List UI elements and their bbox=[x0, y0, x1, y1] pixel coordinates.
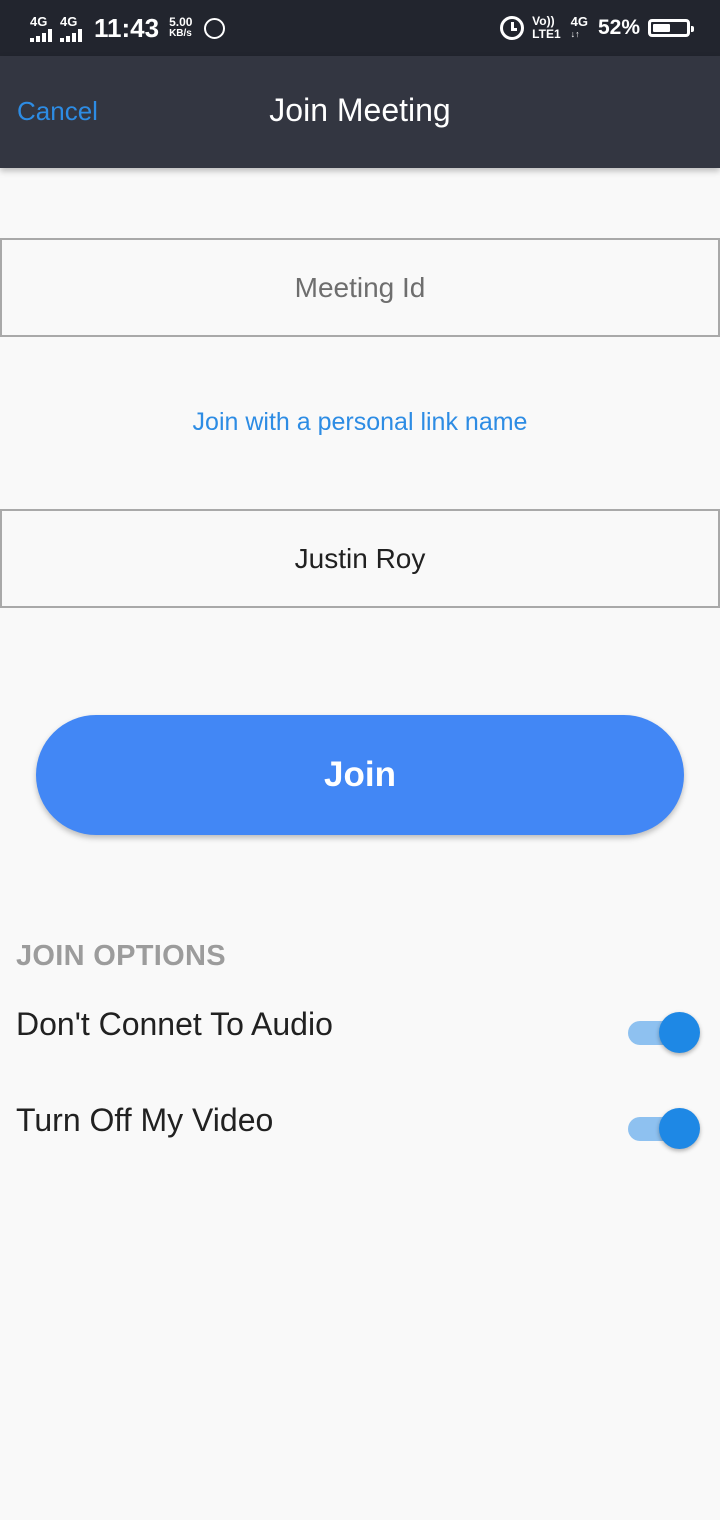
mobile-data-icon: 4G ↓↑ bbox=[570, 14, 588, 39]
option-row-audio: Don't Connet To Audio bbox=[0, 990, 720, 1060]
volte-icon: Vo)) LTE1 bbox=[532, 14, 561, 41]
battery-percent: 52% bbox=[597, 16, 640, 39]
display-name-input[interactable] bbox=[0, 509, 720, 608]
battery-icon bbox=[648, 19, 694, 37]
toggle-knob bbox=[659, 1108, 700, 1149]
app-bar: Cancel Join Meeting bbox=[0, 56, 720, 168]
status-bar-left: 4G 4G 11:43 5.00 KB/s bbox=[30, 12, 226, 44]
video-toggle[interactable] bbox=[628, 1108, 700, 1150]
sim2-signal-icon: 4G bbox=[60, 15, 82, 42]
personal-link-name-link[interactable]: Join with a personal link name bbox=[0, 408, 720, 437]
whatsapp-icon bbox=[204, 17, 226, 39]
option-label-video: Turn Off My Video bbox=[16, 1102, 274, 1138]
network-speed: 5.00 KB/s bbox=[169, 15, 193, 39]
audio-toggle[interactable] bbox=[628, 1012, 700, 1054]
option-row-video: Turn Off My Video bbox=[0, 1086, 720, 1156]
option-label-audio: Don't Connet To Audio bbox=[16, 1006, 333, 1042]
join-button[interactable]: Join bbox=[36, 715, 684, 835]
meeting-id-input[interactable] bbox=[0, 238, 720, 337]
status-bar-right: Vo)) LTE1 4G ↓↑ 52% bbox=[500, 12, 694, 44]
status-bar: 4G 4G 11:43 5.00 KB/s Vo)) LTE1 4G ↓↑ 52… bbox=[0, 0, 720, 56]
toggle-knob bbox=[659, 1012, 700, 1053]
page-title: Join Meeting bbox=[269, 92, 451, 128]
alarm-icon bbox=[500, 16, 525, 40]
battery-fill bbox=[653, 24, 670, 32]
join-options-heading: JOIN OPTIONS bbox=[16, 940, 226, 972]
sim1-signal-icon: 4G bbox=[30, 15, 52, 42]
clock: 11:43 bbox=[94, 12, 160, 43]
